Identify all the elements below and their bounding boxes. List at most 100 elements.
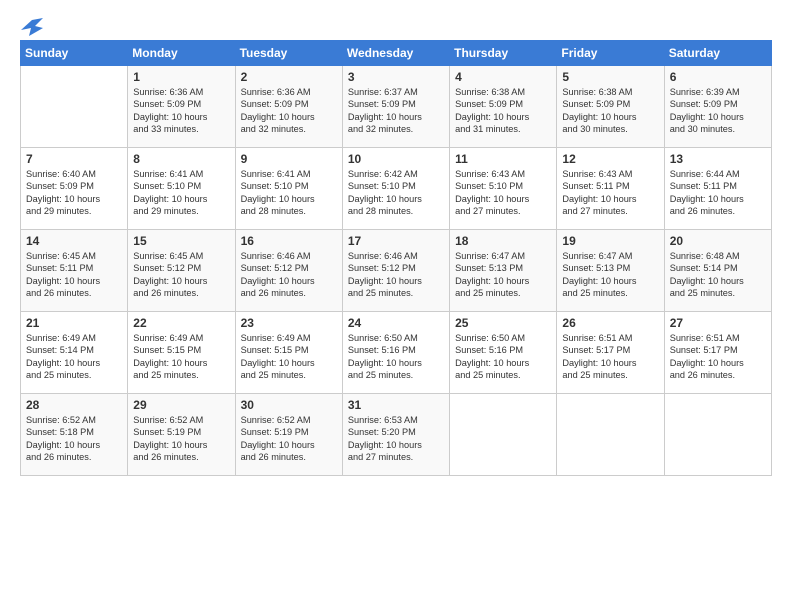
calendar-cell: 5 Sunrise: 6:38 AM Sunset: 5:09 PM Daylig… <box>557 66 664 148</box>
day-number: 5 <box>562 70 658 84</box>
day-number: 13 <box>670 152 766 166</box>
cell-content: Sunrise: 6:40 AM Sunset: 5:09 PM Dayligh… <box>26 168 122 218</box>
calendar-cell: 23Sunrise: 6:49 AM Sunset: 5:15 PM Dayli… <box>235 312 342 394</box>
cell-content: Sunrise: 6:36 AM Sunset: 5:09 PM Dayligh… <box>133 86 229 136</box>
calendar-cell <box>450 394 557 476</box>
cell-content: Sunrise: 6:38 AM Sunset: 5:09 PM Dayligh… <box>455 86 551 136</box>
day-number: 29 <box>133 398 229 412</box>
day-number: 9 <box>241 152 337 166</box>
cell-content: Sunrise: 6:51 AM Sunset: 5:17 PM Dayligh… <box>562 332 658 382</box>
cell-content: Sunrise: 6:37 AM Sunset: 5:09 PM Dayligh… <box>348 86 444 136</box>
day-number: 19 <box>562 234 658 248</box>
day-number: 30 <box>241 398 337 412</box>
calendar-cell: 6 Sunrise: 6:39 AM Sunset: 5:09 PM Daylig… <box>664 66 771 148</box>
day-number: 28 <box>26 398 122 412</box>
cell-content: Sunrise: 6:45 AM Sunset: 5:12 PM Dayligh… <box>133 250 229 300</box>
cell-content: Sunrise: 6:49 AM Sunset: 5:14 PM Dayligh… <box>26 332 122 382</box>
calendar-tbody: 1Sunrise: 6:36 AM Sunset: 5:09 PM Daylig… <box>21 66 772 476</box>
cell-content: Sunrise: 6:52 AM Sunset: 5:18 PM Dayligh… <box>26 414 122 464</box>
calendar-cell: 31 Sunrise: 6:53 AM Sunset: 5:20 PM Dayli… <box>342 394 449 476</box>
cell-content: Sunrise: 6:50 AM Sunset: 5:16 PM Dayligh… <box>455 332 551 382</box>
calendar-cell: 14 Sunrise: 6:45 AM Sunset: 5:11 PM Dayli… <box>21 230 128 312</box>
day-number: 31 <box>348 398 444 412</box>
calendar-header <box>20 18 772 32</box>
cell-content: Sunrise: 6:48 AM Sunset: 5:14 PM Dayligh… <box>670 250 766 300</box>
calendar-cell: 19 Sunrise: 6:47 AM Sunset: 5:13 PM Dayli… <box>557 230 664 312</box>
cell-content: Sunrise: 6:53 AM Sunset: 5:20 PM Dayligh… <box>348 414 444 464</box>
cell-content: Sunrise: 6:52 AM Sunset: 5:19 PM Dayligh… <box>241 414 337 464</box>
calendar-cell <box>664 394 771 476</box>
cell-content: Sunrise: 6:51 AM Sunset: 5:17 PM Dayligh… <box>670 332 766 382</box>
calendar-week-3: 14 Sunrise: 6:45 AM Sunset: 5:11 PM Dayli… <box>21 230 772 312</box>
calendar-cell: 24 Sunrise: 6:50 AM Sunset: 5:16 PM Dayli… <box>342 312 449 394</box>
day-number: 8 <box>133 152 229 166</box>
day-number: 20 <box>670 234 766 248</box>
calendar-cell: 29 Sunrise: 6:52 AM Sunset: 5:19 PM Dayli… <box>128 394 235 476</box>
calendar-cell <box>21 66 128 148</box>
cell-content: Sunrise: 6:43 AM Sunset: 5:10 PM Dayligh… <box>455 168 551 218</box>
day-number: 3 <box>348 70 444 84</box>
day-number: 22 <box>133 316 229 330</box>
day-number: 25 <box>455 316 551 330</box>
calendar-cell: 25 Sunrise: 6:50 AM Sunset: 5:16 PM Dayli… <box>450 312 557 394</box>
weekday-header-thursday: Thursday <box>450 41 557 66</box>
cell-content: Sunrise: 6:39 AM Sunset: 5:09 PM Dayligh… <box>670 86 766 136</box>
day-number: 12 <box>562 152 658 166</box>
calendar-week-4: 21Sunrise: 6:49 AM Sunset: 5:14 PM Dayli… <box>21 312 772 394</box>
day-number: 15 <box>133 234 229 248</box>
calendar-cell: 20 Sunrise: 6:48 AM Sunset: 5:14 PM Dayli… <box>664 230 771 312</box>
calendar-cell: 9Sunrise: 6:41 AM Sunset: 5:10 PM Daylig… <box>235 148 342 230</box>
calendar-cell: 15 Sunrise: 6:45 AM Sunset: 5:12 PM Dayli… <box>128 230 235 312</box>
calendar-cell: 13 Sunrise: 6:44 AM Sunset: 5:11 PM Dayli… <box>664 148 771 230</box>
calendar-week-5: 28 Sunrise: 6:52 AM Sunset: 5:18 PM Dayli… <box>21 394 772 476</box>
calendar-cell <box>557 394 664 476</box>
calendar-cell: 28 Sunrise: 6:52 AM Sunset: 5:18 PM Dayli… <box>21 394 128 476</box>
calendar-cell: 18Sunrise: 6:47 AM Sunset: 5:13 PM Dayli… <box>450 230 557 312</box>
calendar-table: SundayMondayTuesdayWednesdayThursdayFrid… <box>20 40 772 476</box>
calendar-cell: 12 Sunrise: 6:43 AM Sunset: 5:11 PM Dayli… <box>557 148 664 230</box>
calendar-cell: 10Sunrise: 6:42 AM Sunset: 5:10 PM Dayli… <box>342 148 449 230</box>
calendar-cell: 16 Sunrise: 6:46 AM Sunset: 5:12 PM Dayli… <box>235 230 342 312</box>
day-number: 4 <box>455 70 551 84</box>
calendar-week-1: 1Sunrise: 6:36 AM Sunset: 5:09 PM Daylig… <box>21 66 772 148</box>
cell-content: Sunrise: 6:38 AM Sunset: 5:09 PM Dayligh… <box>562 86 658 136</box>
calendar-cell: 1Sunrise: 6:36 AM Sunset: 5:09 PM Daylig… <box>128 66 235 148</box>
weekday-header-monday: Monday <box>128 41 235 66</box>
cell-content: Sunrise: 6:47 AM Sunset: 5:13 PM Dayligh… <box>562 250 658 300</box>
weekday-header-saturday: Saturday <box>664 41 771 66</box>
cell-content: Sunrise: 6:47 AM Sunset: 5:13 PM Dayligh… <box>455 250 551 300</box>
calendar-cell: 7 Sunrise: 6:40 AM Sunset: 5:09 PM Daylig… <box>21 148 128 230</box>
cell-content: Sunrise: 6:52 AM Sunset: 5:19 PM Dayligh… <box>133 414 229 464</box>
cell-content: Sunrise: 6:45 AM Sunset: 5:11 PM Dayligh… <box>26 250 122 300</box>
day-number: 2 <box>241 70 337 84</box>
weekday-header-sunday: Sunday <box>21 41 128 66</box>
cell-content: Sunrise: 6:49 AM Sunset: 5:15 PM Dayligh… <box>241 332 337 382</box>
calendar-cell: 26 Sunrise: 6:51 AM Sunset: 5:17 PM Dayli… <box>557 312 664 394</box>
day-number: 14 <box>26 234 122 248</box>
calendar-cell: 22 Sunrise: 6:49 AM Sunset: 5:15 PM Dayli… <box>128 312 235 394</box>
calendar-page: SundayMondayTuesdayWednesdayThursdayFrid… <box>0 0 792 612</box>
weekday-header-friday: Friday <box>557 41 664 66</box>
calendar-cell: 8Sunrise: 6:41 AM Sunset: 5:10 PM Daylig… <box>128 148 235 230</box>
calendar-cell: 17Sunrise: 6:46 AM Sunset: 5:12 PM Dayli… <box>342 230 449 312</box>
day-number: 24 <box>348 316 444 330</box>
weekday-header-row: SundayMondayTuesdayWednesdayThursdayFrid… <box>21 41 772 66</box>
cell-content: Sunrise: 6:49 AM Sunset: 5:15 PM Dayligh… <box>133 332 229 382</box>
cell-content: Sunrise: 6:46 AM Sunset: 5:12 PM Dayligh… <box>348 250 444 300</box>
day-number: 16 <box>241 234 337 248</box>
cell-content: Sunrise: 6:42 AM Sunset: 5:10 PM Dayligh… <box>348 168 444 218</box>
cell-content: Sunrise: 6:43 AM Sunset: 5:11 PM Dayligh… <box>562 168 658 218</box>
calendar-thead: SundayMondayTuesdayWednesdayThursdayFrid… <box>21 41 772 66</box>
cell-content: Sunrise: 6:46 AM Sunset: 5:12 PM Dayligh… <box>241 250 337 300</box>
cell-content: Sunrise: 6:50 AM Sunset: 5:16 PM Dayligh… <box>348 332 444 382</box>
day-number: 11 <box>455 152 551 166</box>
day-number: 6 <box>670 70 766 84</box>
calendar-cell: 11 Sunrise: 6:43 AM Sunset: 5:10 PM Dayli… <box>450 148 557 230</box>
calendar-cell: 27Sunrise: 6:51 AM Sunset: 5:17 PM Dayli… <box>664 312 771 394</box>
calendar-week-2: 7 Sunrise: 6:40 AM Sunset: 5:09 PM Daylig… <box>21 148 772 230</box>
calendar-cell: 3 Sunrise: 6:37 AM Sunset: 5:09 PM Daylig… <box>342 66 449 148</box>
day-number: 7 <box>26 152 122 166</box>
cell-content: Sunrise: 6:36 AM Sunset: 5:09 PM Dayligh… <box>241 86 337 136</box>
day-number: 26 <box>562 316 658 330</box>
cell-content: Sunrise: 6:44 AM Sunset: 5:11 PM Dayligh… <box>670 168 766 218</box>
